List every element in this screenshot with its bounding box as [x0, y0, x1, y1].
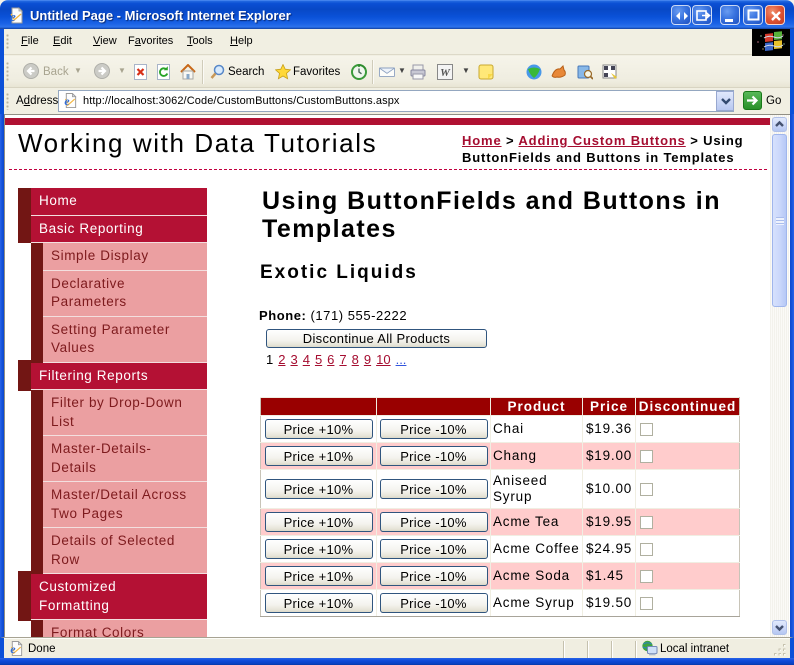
svg-text:e: e: [10, 643, 15, 656]
svg-text:e: e: [10, 9, 16, 24]
svg-text:W: W: [440, 67, 451, 79]
svg-text:e: e: [64, 95, 69, 108]
